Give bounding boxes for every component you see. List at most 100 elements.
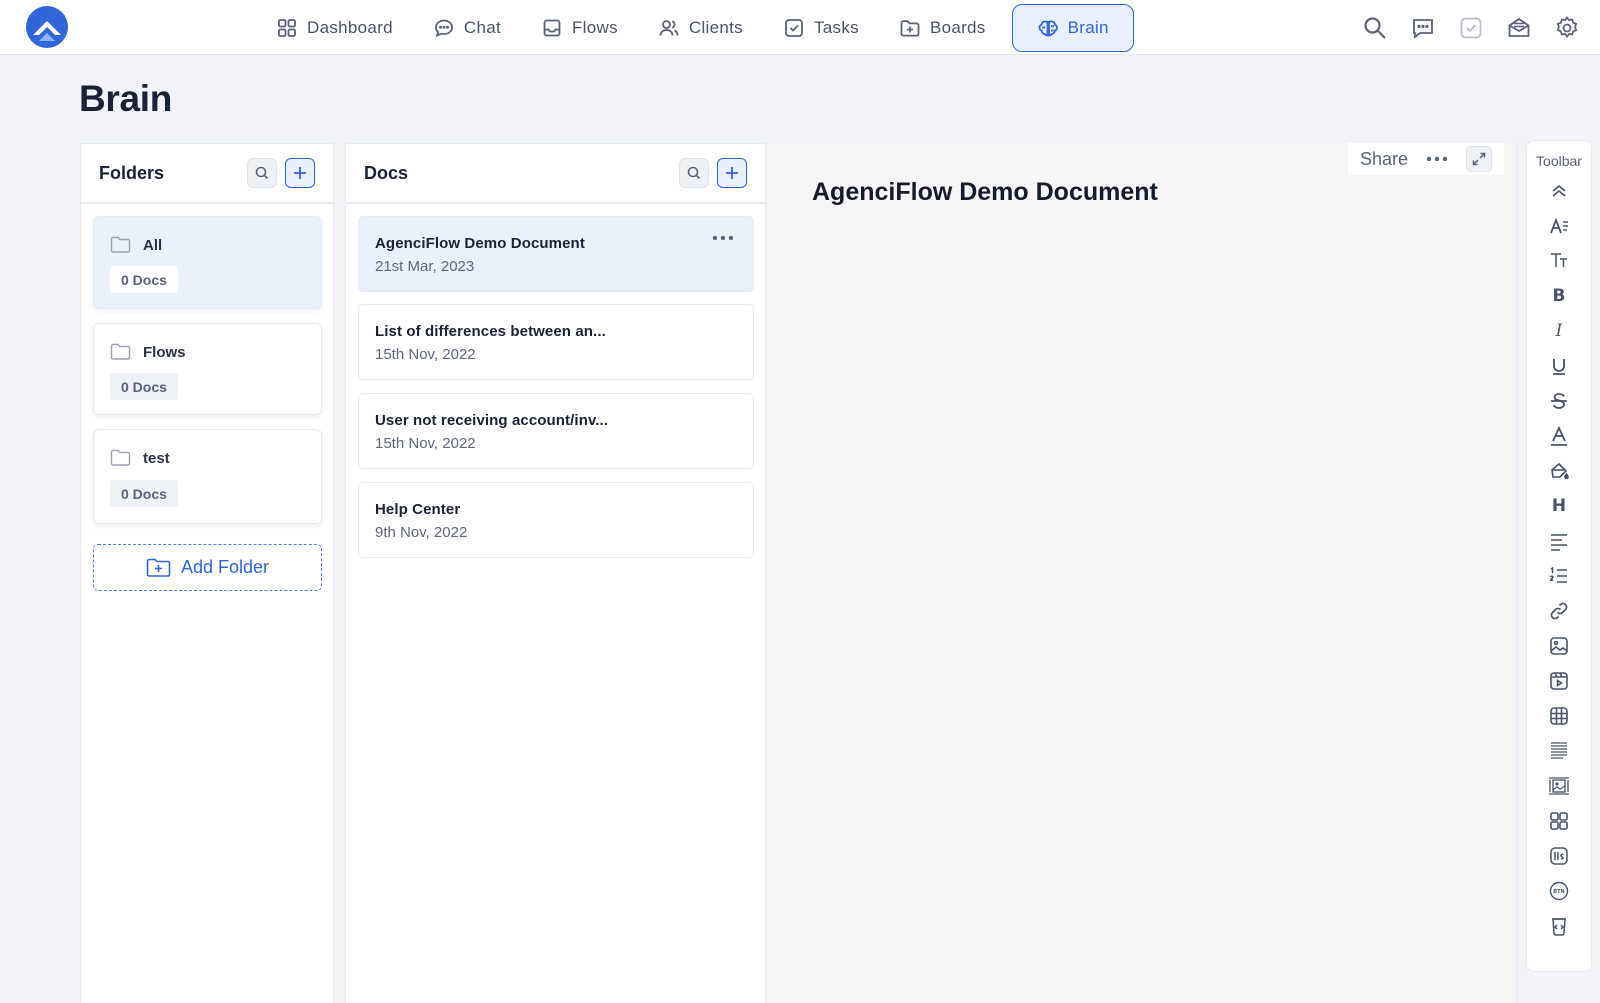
- doc-item[interactable]: AgenciFlow Demo Document 21st Mar, 2023: [358, 216, 754, 292]
- link-icon[interactable]: [1547, 599, 1571, 623]
- messages-icon[interactable]: [1410, 15, 1436, 41]
- folder-label: test: [143, 449, 170, 467]
- folder-item-all[interactable]: All 0 Docs: [93, 216, 322, 309]
- folder-icon: [110, 236, 131, 253]
- grid-icon: [276, 17, 298, 39]
- video-icon[interactable]: [1547, 669, 1571, 693]
- settings-gear-icon[interactable]: [1554, 15, 1580, 41]
- layout-grid-icon[interactable]: [1547, 809, 1571, 833]
- doc-title: List of differences between an...: [375, 323, 606, 340]
- folders-search-button[interactable]: [247, 158, 277, 188]
- numbered-list-icon[interactable]: [1547, 564, 1571, 588]
- doc-date: 9th Nov, 2022: [375, 524, 468, 541]
- folder-doc-count: 0 Docs: [110, 373, 178, 400]
- search-icon: [255, 166, 269, 180]
- search-icon: [687, 166, 701, 180]
- docs-add-button[interactable]: [717, 158, 747, 188]
- formatting-toolbar: Toolbar B I H BTN: [1526, 140, 1592, 972]
- docs-title: Docs: [364, 162, 409, 183]
- underline-icon[interactable]: [1547, 354, 1571, 378]
- media-gallery-icon[interactable]: [1547, 774, 1571, 798]
- button-block-icon[interactable]: BTN: [1547, 879, 1571, 903]
- nav-flows-label: Flows: [571, 17, 618, 37]
- doc-item[interactable]: List of differences between an... 15th N…: [358, 304, 754, 380]
- doc-item[interactable]: Help Center 9th Nov, 2022: [358, 482, 754, 558]
- folder-name-row: test: [110, 449, 170, 467]
- checkbox-icon: [783, 17, 805, 39]
- folders-header: Folders: [81, 144, 333, 204]
- folder-plus-icon: [146, 558, 171, 577]
- doc-date: 15th Nov, 2022: [375, 435, 476, 452]
- nav-brain-label: Brain: [1067, 17, 1109, 37]
- folder-plus-icon: [899, 17, 921, 39]
- page-title: Brain: [79, 78, 173, 119]
- search-icon[interactable]: [1362, 15, 1388, 41]
- nav-clients-label: Clients: [688, 17, 743, 37]
- nav-boards[interactable]: Boards: [885, 4, 1000, 52]
- main-nav: Dashboard Chat Flows Clients Tasks Board…: [262, 0, 1134, 55]
- plus-icon: [726, 167, 738, 179]
- docs-search-button[interactable]: [679, 158, 709, 188]
- doc-date: 15th Nov, 2022: [375, 346, 476, 363]
- doc-title: Help Center: [375, 501, 461, 518]
- editor-actions: Share: [1347, 143, 1504, 175]
- nav-dashboard[interactable]: Dashboard: [262, 4, 407, 52]
- docs-panel: Docs AgenciFlow Demo Document 21st Mar, …: [345, 143, 766, 1003]
- image-icon[interactable]: [1547, 634, 1571, 658]
- add-folder-button[interactable]: Add Folder: [93, 544, 322, 591]
- code-snippet-icon[interactable]: [1547, 914, 1571, 938]
- more-options-icon[interactable]: [1426, 155, 1448, 163]
- font-type-icon[interactable]: [1547, 248, 1571, 272]
- app-logo-icon[interactable]: [25, 5, 69, 49]
- heading-icon[interactable]: H: [1547, 494, 1571, 518]
- nav-flows[interactable]: Flows: [527, 4, 632, 52]
- strikethrough-icon[interactable]: [1547, 389, 1571, 413]
- mail-open-icon[interactable]: [1506, 15, 1532, 41]
- doc-date: 21st Mar, 2023: [375, 258, 475, 275]
- inbox-icon: [541, 17, 563, 39]
- highlight-fill-icon[interactable]: [1547, 459, 1571, 483]
- paragraph-block-icon[interactable]: [1547, 739, 1571, 763]
- folder-label: All: [143, 236, 163, 254]
- document-title[interactable]: AgenciFlow Demo Document: [812, 178, 1158, 207]
- nav-boards-label: Boards: [929, 17, 986, 37]
- share-button[interactable]: Share: [1360, 149, 1408, 170]
- folder-doc-count: 0 Docs: [110, 480, 178, 507]
- chat-bubble-icon: [433, 17, 455, 39]
- top-actions: [1362, 0, 1580, 55]
- nav-chat[interactable]: Chat: [419, 4, 515, 52]
- nav-dashboard-label: Dashboard: [307, 17, 393, 37]
- doc-item[interactable]: User not receiving account/inv... 15th N…: [358, 393, 754, 469]
- folder-icon: [110, 343, 131, 360]
- svg-text:BTN: BTN: [1553, 889, 1564, 895]
- task-check-icon[interactable]: [1458, 15, 1484, 41]
- plus-icon: [294, 167, 306, 179]
- folder-icon: [110, 449, 131, 466]
- nav-clients[interactable]: Clients: [644, 4, 757, 52]
- folder-label: Flows: [143, 343, 186, 361]
- folder-item-test[interactable]: test 0 Docs: [93, 429, 322, 524]
- embed-widget-icon[interactable]: [1547, 844, 1571, 868]
- docs-header: Docs: [346, 144, 765, 204]
- align-left-icon[interactable]: [1547, 529, 1571, 553]
- doc-title: User not receiving account/inv...: [375, 412, 609, 429]
- brain-icon: [1037, 17, 1059, 39]
- more-options-icon[interactable]: [711, 233, 735, 243]
- font-size-icon[interactable]: [1547, 214, 1571, 238]
- nav-tasks[interactable]: Tasks: [769, 4, 873, 52]
- bold-icon[interactable]: B: [1547, 284, 1571, 308]
- collapse-toolbar-icon[interactable]: [1547, 179, 1571, 203]
- table-icon[interactable]: [1547, 704, 1571, 728]
- folders-add-button[interactable]: [285, 158, 315, 188]
- doc-title: AgenciFlow Demo Document: [375, 235, 585, 252]
- document-editor[interactable]: Share AgenciFlow Demo Document: [767, 143, 1517, 1003]
- top-navigation-bar: Dashboard Chat Flows Clients Tasks Board…: [0, 0, 1600, 55]
- nav-chat-label: Chat: [463, 17, 501, 37]
- expand-button[interactable]: [1466, 146, 1492, 172]
- folder-doc-count: 0 Docs: [110, 266, 178, 293]
- folder-name-row: Flows: [110, 343, 186, 361]
- text-color-icon[interactable]: [1547, 424, 1571, 448]
- italic-icon[interactable]: I: [1547, 319, 1571, 343]
- folder-item-flows[interactable]: Flows 0 Docs: [93, 323, 322, 415]
- nav-brain[interactable]: Brain: [1011, 3, 1134, 52]
